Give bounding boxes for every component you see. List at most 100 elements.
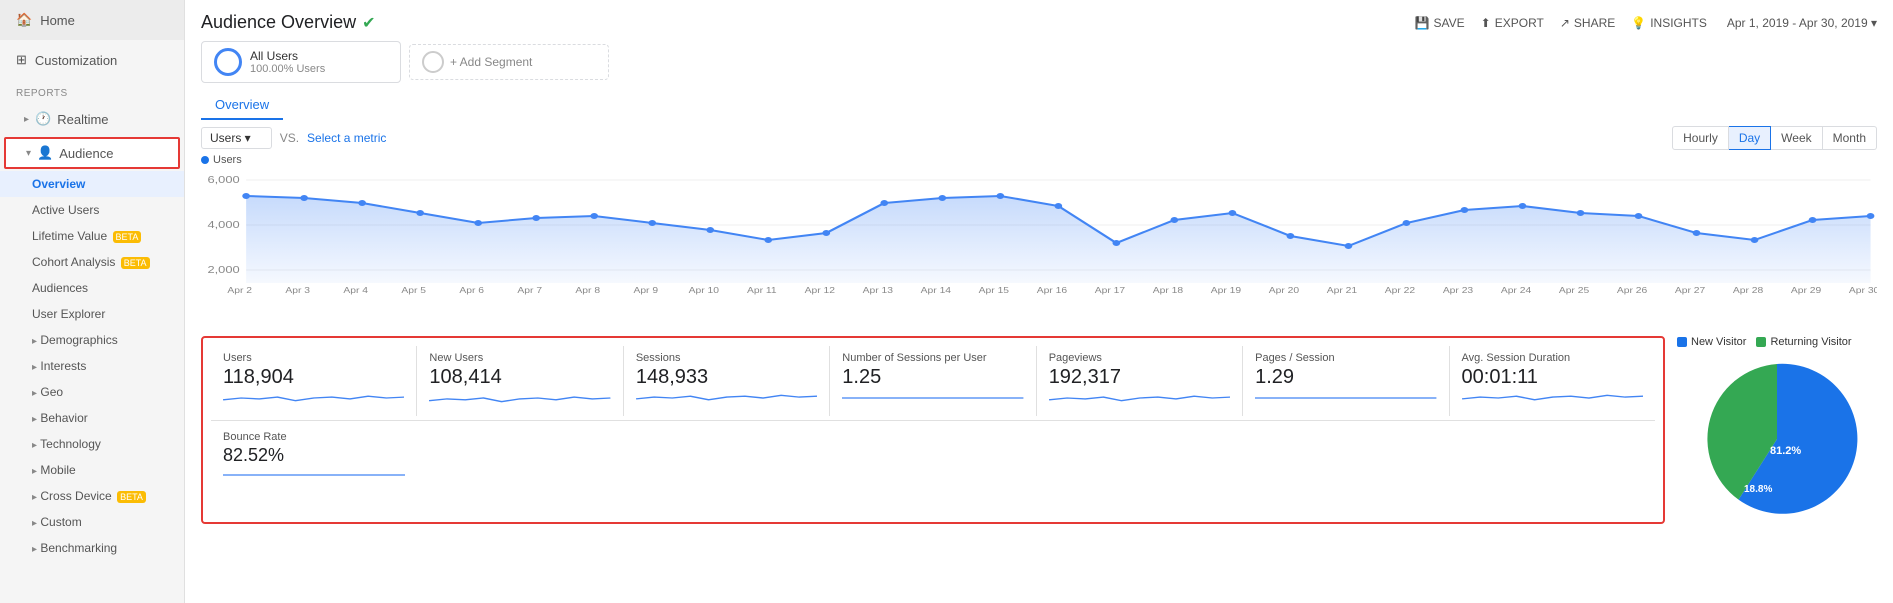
svg-text:Apr 17: Apr 17 xyxy=(1095,286,1125,295)
svg-text:Apr 12: Apr 12 xyxy=(805,286,835,295)
sidebar: 🏠 Home ⊞ Customization REPORTS ▸ 🕐 Realt… xyxy=(0,0,185,603)
svg-text:Apr 15: Apr 15 xyxy=(979,286,1009,295)
time-btn-month[interactable]: Month xyxy=(1823,126,1877,150)
avg-session-sparkline xyxy=(1462,389,1643,407)
svg-text:Apr 25: Apr 25 xyxy=(1559,286,1589,295)
stats-section: Users 118,904 New Users 108,414 Sessions… xyxy=(201,336,1877,524)
sessions-per-user-sparkline xyxy=(842,389,1023,407)
new-visitor-dot xyxy=(1677,337,1687,347)
date-range[interactable]: Apr 1, 2019 - Apr 30, 2019 ▾ xyxy=(1727,16,1877,30)
segment-pct: 100.00% Users xyxy=(250,63,325,75)
sidebar-item-home[interactable]: 🏠 Home xyxy=(0,0,184,40)
sidebar-item-audience[interactable]: ▾ 👤 Audience xyxy=(4,137,180,169)
pageviews-value: 192,317 xyxy=(1049,366,1230,389)
metric-dropdown[interactable]: Users ▾ xyxy=(201,127,272,149)
svg-text:Apr 24: Apr 24 xyxy=(1501,286,1531,295)
sidebar-sub-item-audiences[interactable]: Audiences xyxy=(0,275,184,301)
sessions-sparkline xyxy=(636,389,817,407)
svg-text:Apr 9: Apr 9 xyxy=(633,286,658,295)
share-icon: ↗ xyxy=(1560,16,1570,30)
bounce-rate-value: 82.52% xyxy=(223,445,405,466)
time-btn-day[interactable]: Day xyxy=(1729,126,1771,150)
sidebar-sub-item-cross-device[interactable]: ▸ Cross Device BETA xyxy=(0,483,184,509)
sidebar-sub-item-cohort-analysis[interactable]: Cohort Analysis BETA xyxy=(0,249,184,275)
line-chart: 6,000 4,000 2,000 xyxy=(201,168,1877,298)
svg-text:Apr 21: Apr 21 xyxy=(1327,286,1357,295)
sessions-label: Sessions xyxy=(636,352,817,364)
stat-bounce-rate: Bounce Rate 82.52% xyxy=(211,427,417,491)
clock-icon: 🕐 xyxy=(35,111,51,127)
stat-pages-per-session: Pages / Session 1.29 xyxy=(1243,346,1449,416)
stat-new-users: New Users 108,414 xyxy=(417,346,623,416)
export-button[interactable]: ⬆ EXPORT xyxy=(1481,16,1544,30)
sessions-value: 148,933 xyxy=(636,366,817,389)
save-button[interactable]: 💾 SAVE xyxy=(1415,16,1465,30)
vs-label: VS. xyxy=(280,131,299,145)
page-title: Audience Overview ✔ xyxy=(201,12,375,33)
svg-text:Apr 20: Apr 20 xyxy=(1269,286,1299,295)
segment-name: All Users xyxy=(250,49,325,63)
person-icon: 👤 xyxy=(37,145,53,161)
stat-users: Users 118,904 xyxy=(211,346,417,416)
sidebar-sub-item-custom[interactable]: ▸ Custom xyxy=(0,509,184,535)
stat-avg-session: Avg. Session Duration 00:01:11 xyxy=(1450,346,1655,416)
tab-bar: Overview xyxy=(201,91,1877,120)
sidebar-sub-item-overview[interactable]: Overview xyxy=(0,171,184,197)
add-segment-button[interactable]: + Add Segment xyxy=(409,44,609,80)
svg-text:Apr 16: Apr 16 xyxy=(1037,286,1067,295)
sidebar-sub-item-geo[interactable]: ▸ Geo xyxy=(0,379,184,405)
time-btn-week[interactable]: Week xyxy=(1771,126,1822,150)
svg-text:Apr 2: Apr 2 xyxy=(227,286,252,295)
new-users-value: 108,414 xyxy=(429,366,610,389)
svg-text:Apr 4: Apr 4 xyxy=(343,286,368,295)
svg-text:Apr 30: Apr 30 xyxy=(1849,286,1877,295)
sidebar-sub-item-interests[interactable]: ▸ Interests xyxy=(0,353,184,379)
segments-bar: All Users 100.00% Users + Add Segment xyxy=(201,41,1877,83)
segment-circle-icon xyxy=(214,48,242,76)
svg-text:Apr 7: Apr 7 xyxy=(517,286,542,295)
customization-icon: ⊞ xyxy=(16,52,27,68)
main-content: Audience Overview ✔ 💾 SAVE ⬆ EXPORT ↗ SH… xyxy=(185,0,1893,603)
tab-overview[interactable]: Overview xyxy=(201,91,283,120)
time-buttons: Hourly Day Week Month xyxy=(1672,126,1877,150)
new-users-sparkline xyxy=(429,389,610,407)
svg-text:Apr 8: Apr 8 xyxy=(575,286,600,295)
svg-text:Apr 18: Apr 18 xyxy=(1153,286,1183,295)
chart-legend: Users xyxy=(201,154,1877,166)
sidebar-sub-item-active-users[interactable]: Active Users xyxy=(0,197,184,223)
stat-pageviews: Pageviews 192,317 xyxy=(1037,346,1243,416)
sidebar-sub-item-technology[interactable]: ▸ Technology xyxy=(0,431,184,457)
select-metric-link[interactable]: Select a metric xyxy=(307,131,386,145)
legend-new-visitor: New Visitor xyxy=(1677,336,1746,348)
bounce-rate-sparkline xyxy=(223,466,405,484)
svg-text:6,000: 6,000 xyxy=(207,175,239,185)
pie-legend: New Visitor Returning Visitor xyxy=(1677,336,1852,348)
sidebar-sub-item-user-explorer[interactable]: User Explorer xyxy=(0,301,184,327)
sidebar-sub-item-benchmarking[interactable]: ▸ Benchmarking xyxy=(0,535,184,561)
add-segment-circle-icon xyxy=(422,51,444,73)
svg-text:Apr 23: Apr 23 xyxy=(1443,286,1473,295)
sidebar-item-customization[interactable]: ⊞ Customization xyxy=(0,40,184,80)
top-bar: Audience Overview ✔ 💾 SAVE ⬆ EXPORT ↗ SH… xyxy=(201,12,1877,33)
sessions-per-user-label: Number of Sessions per User xyxy=(842,352,1023,364)
sidebar-sub-item-mobile[interactable]: ▸ Mobile xyxy=(0,457,184,483)
sidebar-item-realtime[interactable]: ▸ 🕐 Realtime xyxy=(0,103,184,135)
svg-text:18.8%: 18.8% xyxy=(1744,484,1772,495)
svg-text:Apr 13: Apr 13 xyxy=(863,286,893,295)
all-users-segment[interactable]: All Users 100.00% Users xyxy=(201,41,401,83)
svg-text:Apr 3: Apr 3 xyxy=(285,286,310,295)
sidebar-sub-item-lifetime-value[interactable]: Lifetime Value BETA xyxy=(0,223,184,249)
chart-controls: Users ▾ VS. Select a metric Hourly Day W… xyxy=(201,126,1877,150)
sidebar-sub-item-demographics[interactable]: ▸ Demographics xyxy=(0,327,184,353)
svg-text:Apr 29: Apr 29 xyxy=(1791,286,1821,295)
insights-button[interactable]: 💡 INSIGHTS xyxy=(1631,16,1707,30)
verified-icon: ✔ xyxy=(362,13,375,33)
share-button[interactable]: ↗ SHARE xyxy=(1560,16,1615,30)
pageviews-label: Pageviews xyxy=(1049,352,1230,364)
sidebar-sub-item-behavior[interactable]: ▸ Behavior xyxy=(0,405,184,431)
users-sparkline xyxy=(223,389,404,407)
pages-per-session-sparkline xyxy=(1255,389,1436,407)
svg-text:Apr 10: Apr 10 xyxy=(689,286,719,295)
export-icon: ⬆ xyxy=(1481,16,1491,30)
time-btn-hourly[interactable]: Hourly xyxy=(1672,126,1729,150)
